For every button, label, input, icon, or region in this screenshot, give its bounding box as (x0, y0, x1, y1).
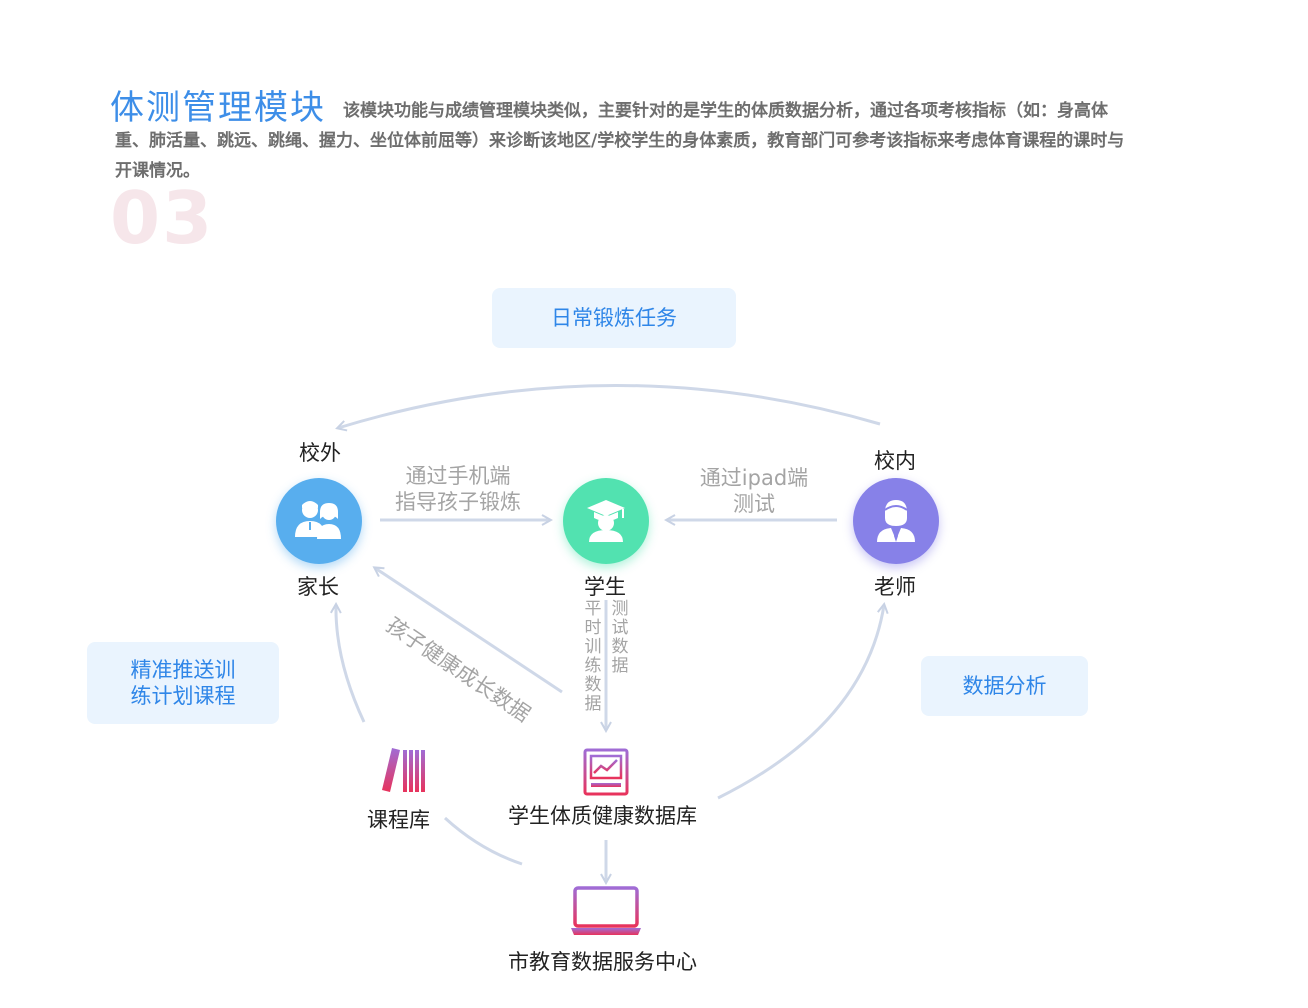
daily-training-data-label: 平时训练数据 (584, 599, 602, 714)
parent-node (276, 478, 362, 564)
offcampus-label: 校外 (299, 441, 341, 465)
push-plan-label-1: 精准推送训 (130, 658, 236, 682)
city-center-label: 市教育数据服务中心 (508, 950, 697, 974)
push-plan-label-2: 练计划课程 (130, 684, 236, 708)
daily-task-pill: 日常锻炼任务 (492, 288, 736, 348)
graduate-icon (587, 500, 625, 542)
teacher-icon (877, 500, 915, 542)
data-analysis-pill: 数据分析 (921, 656, 1088, 716)
test-data-label: 测试数据 (611, 599, 629, 676)
push-plan-arc (336, 605, 366, 723)
course-library-label: 课程库 (367, 808, 430, 832)
student-label: 学生 (584, 575, 626, 599)
parents-icon (295, 501, 341, 539)
student-node (563, 478, 649, 564)
offcampus-arc (338, 384, 881, 428)
oncampus-label: 校内 (874, 449, 916, 473)
via-ipad-line-1: 通过ipad端 (699, 466, 809, 490)
laptop-icon (571, 886, 641, 935)
connector-lines (0, 384, 1308, 1008)
via-ipad-label: 通过ipad端 测试 (686, 465, 822, 517)
teacher-node (853, 478, 939, 564)
chart-report-icon (583, 748, 629, 796)
teacher-label: 老师 (874, 575, 916, 599)
via-phone-line-2: 指导孩子锻炼 (395, 490, 521, 514)
health-database-label: 学生体质健康数据库 (508, 804, 697, 828)
push-plan-pill: 精准推送训 练计划课程 (87, 642, 279, 724)
analysis-arc (717, 605, 884, 800)
daily-task-label: 日常锻炼任务 (551, 306, 677, 330)
data-analysis-label: 数据分析 (962, 674, 1047, 698)
via-phone-line-1: 通过手机端 (405, 464, 511, 488)
via-phone-label: 通过手机端 指导孩子锻炼 (385, 463, 531, 515)
via-ipad-line-2: 测试 (733, 492, 775, 516)
parent-label: 家长 (297, 575, 339, 599)
books-icon (382, 748, 425, 792)
